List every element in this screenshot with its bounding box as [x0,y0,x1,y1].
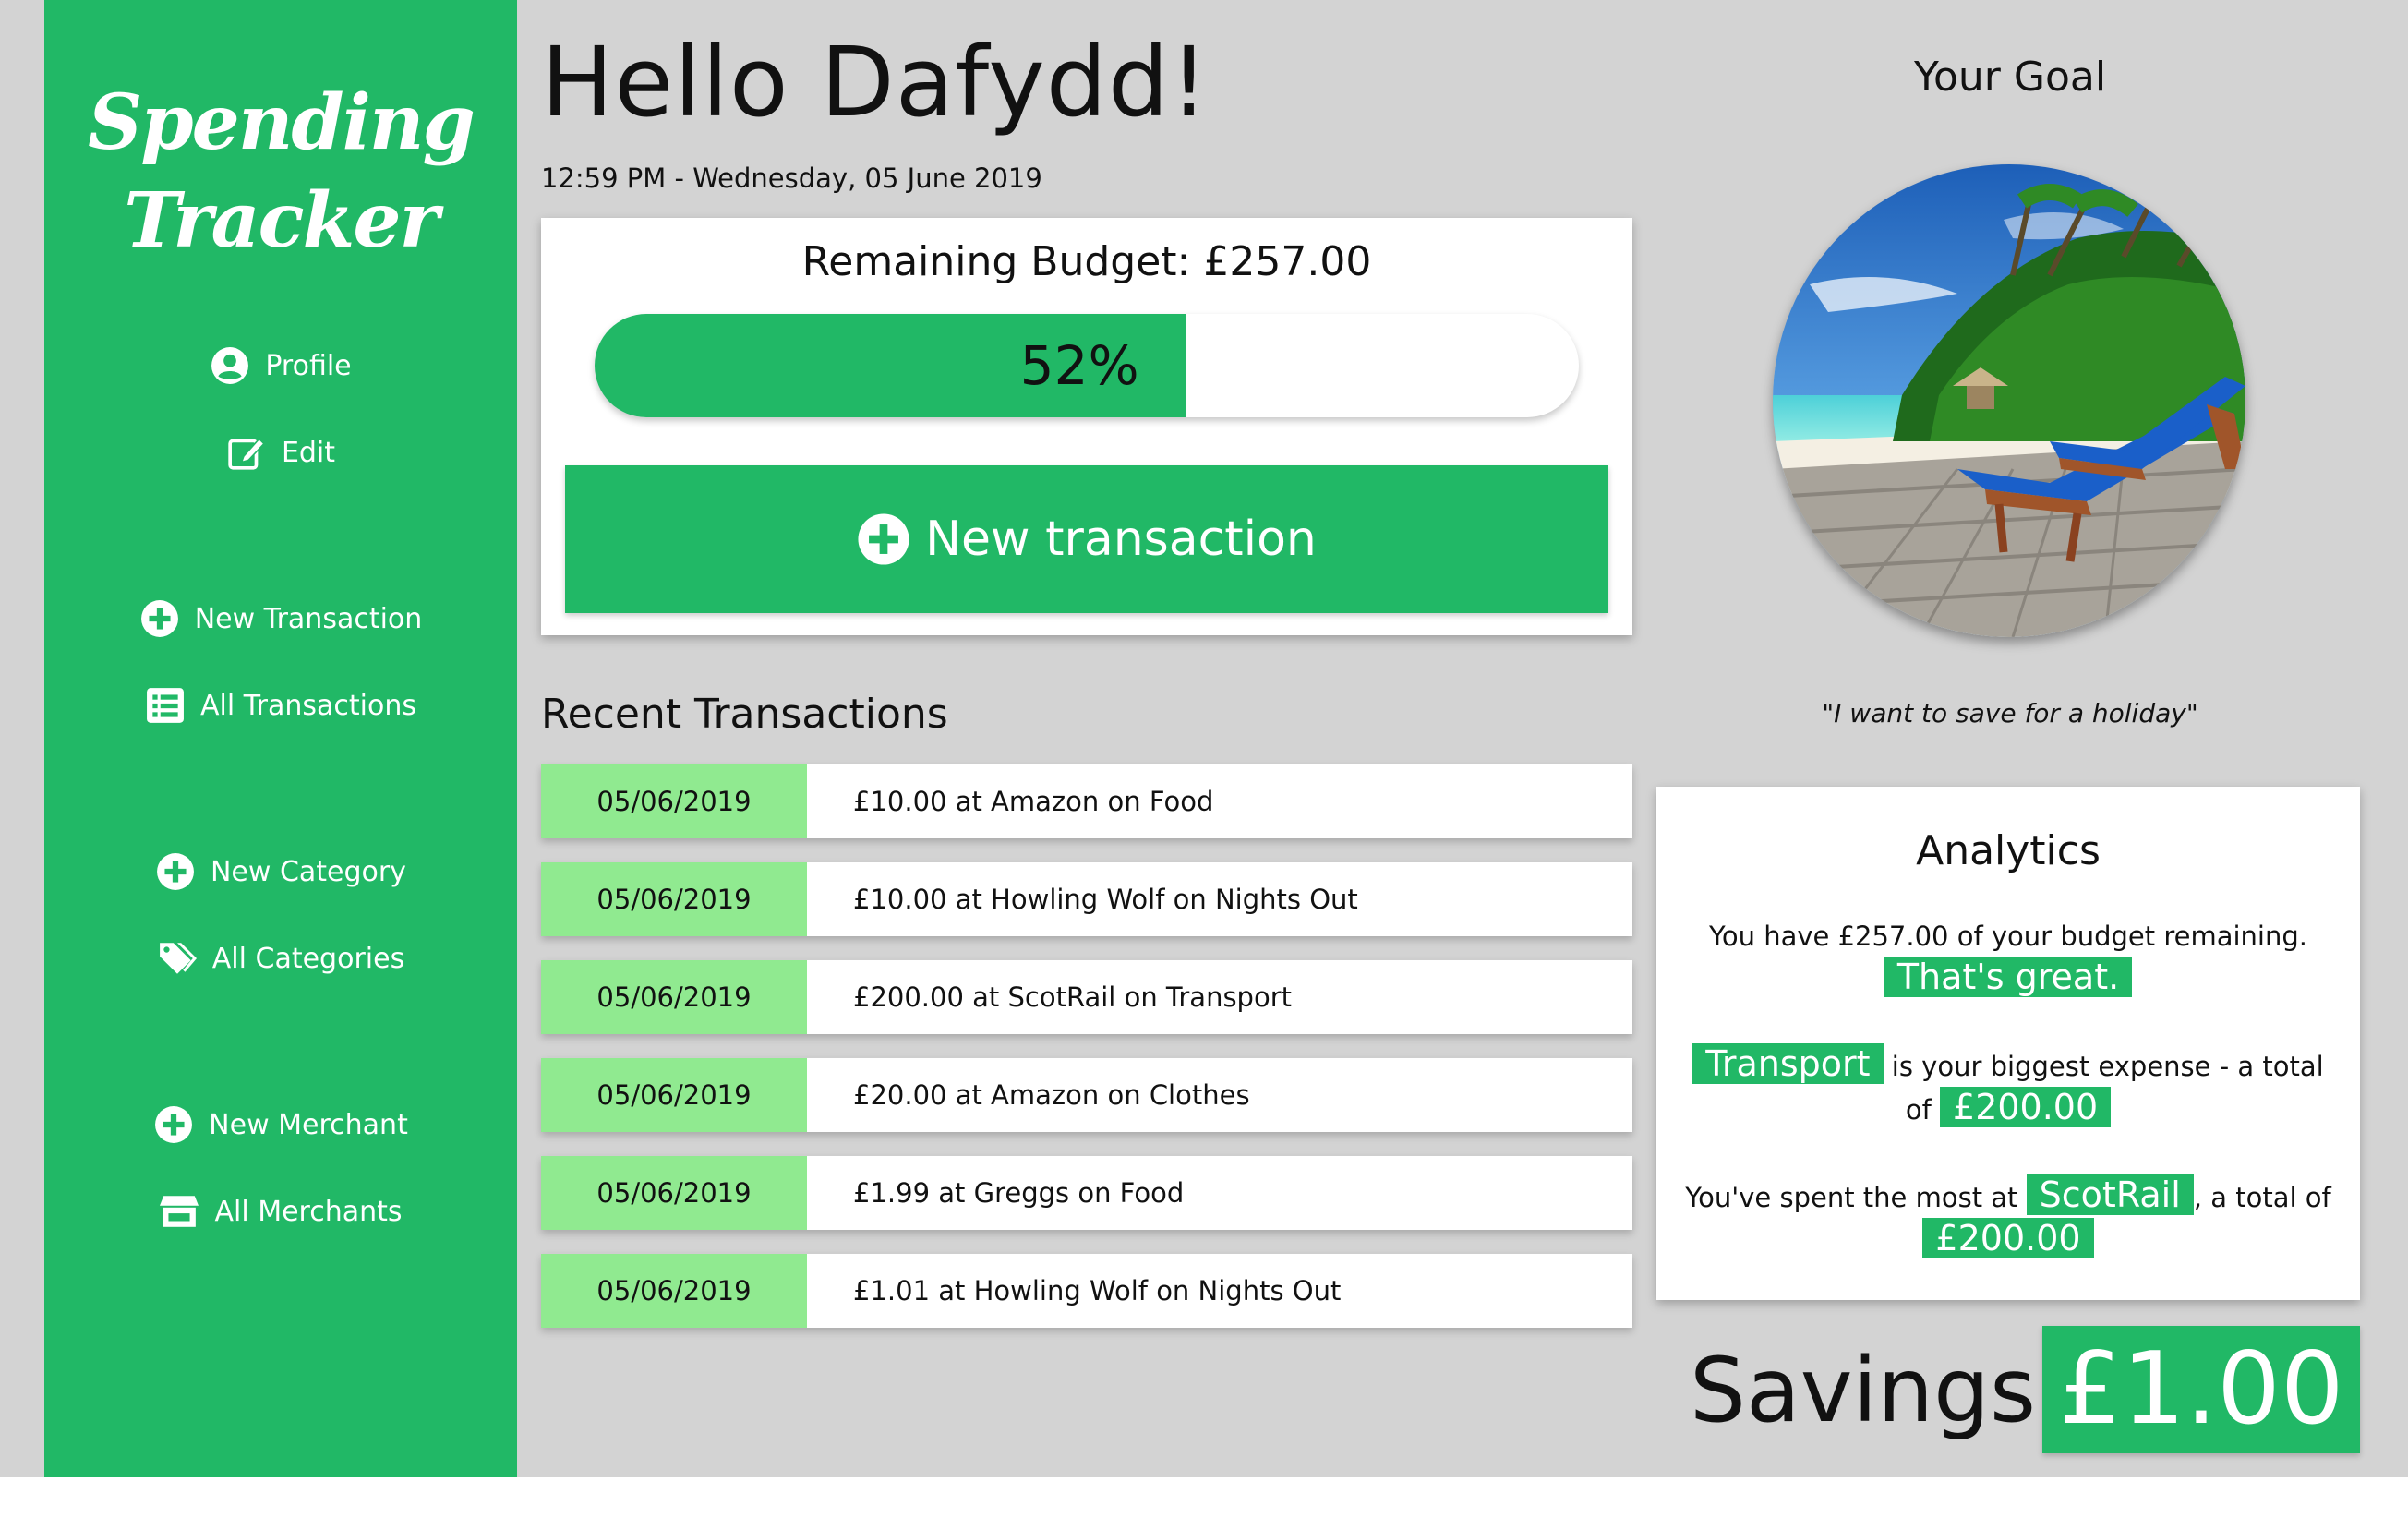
app-root: Spending Tracker Profile Edit New Transa… [0,0,2408,1477]
sidebar-item-label: All Categories [211,942,405,975]
analytics-remaining-highlight: That's great. [1884,957,2133,997]
analytics-merchant-text-2: , a total of [2193,1182,2331,1213]
transaction-description: £10.00 at Howling Wolf on Nights Out [853,884,1358,915]
sidebar-item-label: All Transactions [200,689,416,722]
sidebar-item-new-transaction[interactable]: New Transaction [44,591,517,646]
sidebar-item-edit[interactable]: Edit [44,425,517,480]
transaction-date: 05/06/2019 [541,862,807,936]
analytics-merchant-text-1: You've spent the most at [1685,1182,2027,1213]
analytics-card: Analytics You have £257.00 of your budge… [1656,787,2360,1300]
sidebar-item-label: New Category [210,855,406,888]
sidebar-item-all-categories[interactable]: All Categories [44,931,517,986]
transaction-date: 05/06/2019 [541,1058,807,1132]
user-circle-icon [210,345,250,386]
transaction-row[interactable]: 05/06/2019 £1.01 at Howling Wolf on Nigh… [541,1254,1632,1328]
beach-holiday-illustration [1773,164,2245,637]
sidebar-item-label: Edit [281,436,336,469]
new-transaction-label: New transaction [925,512,1317,567]
analytics-expense-amount: £200.00 [1940,1087,2112,1127]
budget-card: Remaining Budget: £257.00 52% New transa… [541,218,1632,635]
transaction-date: 05/06/2019 [541,1156,807,1230]
sidebar-item-all-merchants[interactable]: All Merchants [44,1184,517,1239]
store-icon [159,1191,199,1232]
logo-line-2: Tracker [124,176,439,265]
plus-circle-icon [153,1104,194,1145]
current-datetime: 12:59 PM - Wednesday, 05 June 2019 [541,163,1042,194]
new-transaction-button[interactable]: New transaction [565,465,1608,613]
transaction-date: 05/06/2019 [541,1254,807,1328]
recent-transactions-title: Recent Transactions [541,691,948,738]
plus-circle-icon [155,851,196,892]
transaction-row[interactable]: 05/06/2019 £10.00 at Howling Wolf on Nig… [541,862,1632,936]
transaction-row[interactable]: 05/06/2019 £1.99 at Greggs on Food [541,1156,1632,1230]
tags-icon [157,938,198,979]
sidebar-item-label: New Merchant [209,1108,408,1141]
transaction-description: £1.99 at Greggs on Food [853,1177,1185,1209]
remaining-budget-title: Remaining Budget: £257.00 [801,238,1372,285]
greeting-heading: Hello Dafydd! [541,26,1210,138]
transaction-row[interactable]: 05/06/2019 £10.00 at Amazon on Food [541,764,1632,838]
transaction-row[interactable]: 05/06/2019 £20.00 at Amazon on Clothes [541,1058,1632,1132]
sidebar-item-label: All Merchants [214,1195,403,1228]
analytics-expense-category: Transport [1692,1043,1884,1084]
sidebar-item-new-category[interactable]: New Category [44,844,517,899]
analytics-top-merchant: You've spent the most at ScotRail, a tot… [1684,1174,2332,1261]
transaction-description: £20.00 at Amazon on Clothes [853,1079,1250,1111]
analytics-merchant-name: ScotRail [2026,1174,2194,1215]
transaction-description: £1.01 at Howling Wolf on Nights Out [853,1275,1342,1306]
transaction-row[interactable]: 05/06/2019 £200.00 at ScotRail on Transp… [541,960,1632,1034]
plus-circle-icon [857,512,910,566]
savings-label: Savings: [1690,1339,2066,1442]
analytics-merchant-amount: £200.00 [1922,1218,2094,1258]
transaction-date: 05/06/2019 [541,960,807,1034]
list-icon [145,685,186,726]
transaction-description: £200.00 at ScotRail on Transport [853,981,1293,1013]
savings-value: £1.00 [2042,1326,2360,1453]
analytics-remaining: You have £257.00 of your budget remainin… [1684,916,2332,1000]
analytics-biggest-expense: Transport is your biggest expense - a to… [1684,1043,2332,1130]
goal-title: Your Goal [1913,54,2107,101]
budget-progress-bar: 52% [595,314,1579,417]
transaction-date: 05/06/2019 [541,764,807,838]
goal-image [1773,164,2245,637]
sidebar-item-profile[interactable]: Profile [44,338,517,393]
sidebar-item-label: Profile [265,349,352,382]
plus-circle-icon [139,598,180,639]
budget-progress-label: 52% [1019,334,1139,397]
goal-quote: "I want to save for a holiday" [1822,698,2198,728]
transaction-description: £10.00 at Amazon on Food [853,786,1214,817]
sidebar-item-new-merchant[interactable]: New Merchant [44,1097,517,1152]
edit-icon [226,432,267,473]
analytics-remaining-text: You have £257.00 of your budget remainin… [1709,921,2307,952]
sidebar-item-label: New Transaction [194,602,423,635]
app-logo[interactable]: Spending Tracker [44,74,517,270]
analytics-title: Analytics [1916,827,2101,874]
sidebar: Spending Tracker Profile Edit New Transa… [44,0,517,1477]
sidebar-item-all-transactions[interactable]: All Transactions [44,678,517,733]
logo-line-1: Spending [88,78,476,167]
